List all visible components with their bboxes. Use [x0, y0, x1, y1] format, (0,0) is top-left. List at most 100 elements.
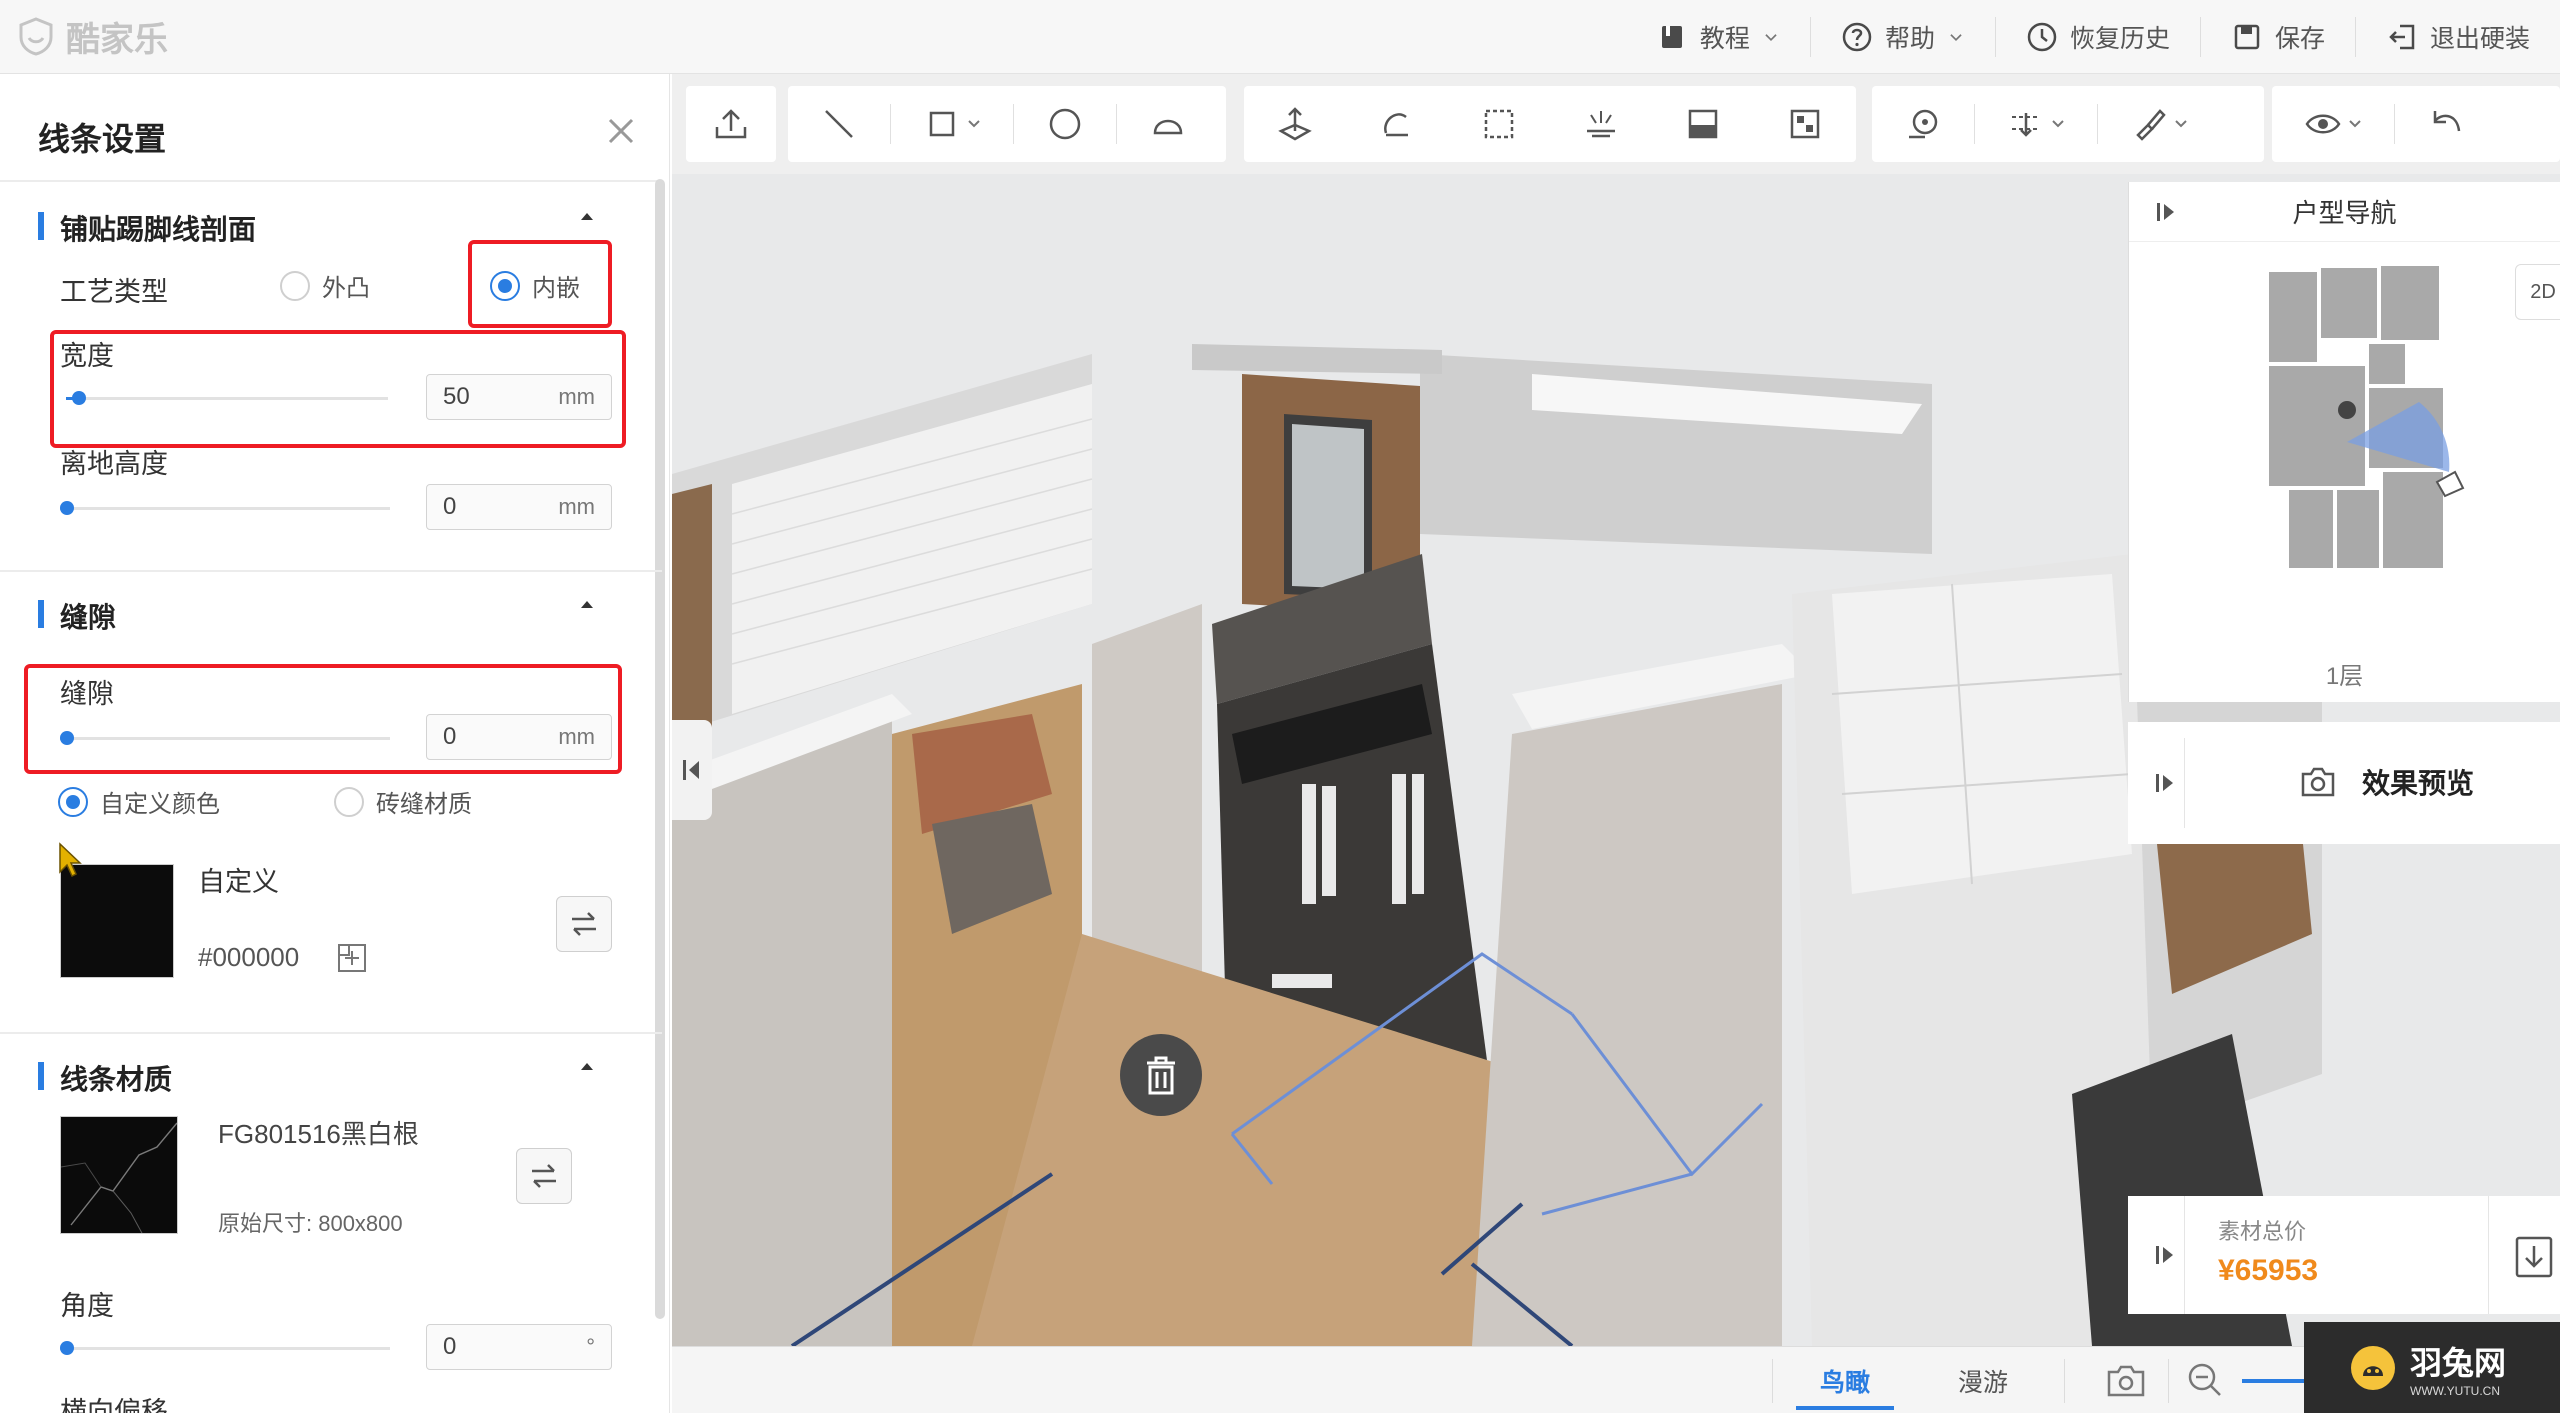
section-line-material-title: 线条材质	[38, 1058, 172, 1098]
circle-icon	[1049, 108, 1081, 140]
material-thumbnail[interactable]	[60, 1116, 178, 1234]
copy-icon[interactable]	[336, 942, 368, 974]
color-swatch[interactable]	[60, 864, 174, 978]
app-logo[interactable]: 酷家乐	[16, 14, 168, 59]
divider	[2488, 1196, 2489, 1314]
expand-icon[interactable]	[2155, 201, 2177, 223]
panel-collapse-toggle[interactable]	[672, 720, 712, 820]
close-icon[interactable]	[604, 114, 638, 148]
book-icon	[1661, 26, 1682, 48]
radio-tile-material-dot	[334, 786, 364, 817]
tutorial-label: 教程	[1699, 25, 1750, 53]
watermark-main: 羽兔网	[2410, 1344, 2507, 1381]
rabbit-logo-icon	[2351, 1345, 2395, 1390]
select-area-tool[interactable]	[1448, 86, 1550, 162]
top-bar: 酷家乐 教程 帮助 恢复历史 保存 退出硬装	[0, 0, 2560, 74]
logo-icon	[19, 17, 53, 56]
swap-material-button[interactable]	[516, 1148, 572, 1204]
custom-label: 自定义	[198, 867, 279, 897]
zoom-out-icon[interactable]	[2186, 1361, 2224, 1399]
divider	[0, 570, 662, 572]
toolgroup-edit	[1244, 86, 1856, 162]
collapse-caret-icon[interactable]	[578, 1060, 596, 1072]
visibility-tool[interactable]	[2272, 86, 2394, 162]
grid-tool[interactable]	[1754, 86, 1856, 162]
light-tool[interactable]	[1550, 86, 1652, 162]
divider	[2184, 738, 2185, 828]
measure-icon	[1909, 109, 1938, 139]
history-button[interactable]: 恢复历史	[1996, 0, 2200, 74]
help-menu[interactable]: 帮助	[1811, 0, 1995, 74]
save-icon	[2234, 24, 2260, 50]
panel-title: 线条设置	[38, 121, 167, 157]
line-icon	[825, 110, 853, 138]
height-label: 离地高度	[60, 449, 168, 479]
radio-outer[interactable]: 外凸	[280, 268, 370, 303]
height-value: 0	[443, 493, 457, 520]
slider-knob[interactable]	[60, 1341, 74, 1355]
floorplan-minimap[interactable]	[2259, 262, 2479, 572]
color-hex: #000000	[198, 942, 300, 972]
align-tool[interactable]	[1975, 86, 2097, 162]
rotate-tool[interactable]	[1346, 86, 1448, 162]
clock-icon	[2027, 22, 2057, 52]
line-tool[interactable]	[788, 86, 890, 162]
select-icon	[1484, 109, 1514, 139]
height-input[interactable]: 0 mm	[426, 484, 612, 530]
download-icon[interactable]	[2514, 1230, 2554, 1280]
tutorial-menu[interactable]: 教程	[1626, 0, 1810, 74]
measure-tool[interactable]	[1872, 86, 1974, 162]
expand-icon[interactable]	[2154, 1244, 2176, 1266]
craft-type-label: 工艺类型	[60, 277, 168, 307]
grid-icon	[1790, 109, 1820, 139]
angle-input[interactable]: 0 °	[426, 1324, 612, 1370]
arc-tool[interactable]	[1117, 86, 1219, 162]
move-tool[interactable]	[1244, 86, 1346, 162]
save-label: 保存	[2274, 25, 2325, 53]
view-2d-label: 2D	[2530, 280, 2556, 303]
screenshot-camera-icon[interactable]	[2106, 1363, 2146, 1399]
delete-button[interactable]	[1120, 1034, 1202, 1116]
trash-icon	[1147, 1056, 1175, 1095]
tab-aerial[interactable]: 鸟瞰	[1778, 1347, 1912, 1413]
radio-tile-material[interactable]: 砖缝材质	[334, 784, 472, 819]
collapse-left-icon	[683, 760, 699, 780]
collapse-caret-icon[interactable]	[578, 598, 596, 610]
material-size: 原始尺寸: 800x800	[218, 1211, 403, 1236]
divider	[2184, 1196, 2185, 1314]
radio-custom-color-label: 自定义颜色	[100, 791, 220, 818]
preview-label: 效果预览	[2362, 768, 2475, 799]
collapse-caret-icon[interactable]	[578, 210, 596, 222]
line-settings-panel: 线条设置 铺贴踢脚线剖面 工艺类型 外凸 内嵌 宽度 50 mm 离地高度 0 …	[0, 74, 670, 1413]
eye-icon	[2305, 114, 2341, 134]
expand-icon[interactable]	[2154, 772, 2176, 794]
slider-knob[interactable]	[60, 501, 74, 515]
angle-slider[interactable]	[60, 1338, 390, 1358]
rotate-icon	[1384, 113, 1408, 137]
brush-tool[interactable]	[2098, 86, 2220, 162]
tab-roam[interactable]: 漫游	[1916, 1347, 2050, 1413]
effect-preview-panel[interactable]: 效果预览	[2128, 722, 2560, 844]
view-2d-button[interactable]: 2D	[2515, 264, 2560, 320]
panel-scrollbar[interactable]	[655, 179, 665, 1319]
height-slider[interactable]	[60, 498, 390, 518]
chevron-down-icon	[2175, 120, 2187, 128]
panel-tool[interactable]	[1652, 86, 1754, 162]
chevron-down-icon	[2052, 120, 2064, 128]
toolgroup-draw	[788, 86, 1226, 162]
move-icon	[1278, 107, 1312, 141]
floor-label[interactable]: 1层	[2129, 656, 2560, 691]
swap-color-button[interactable]	[556, 896, 612, 952]
circle-tool[interactable]	[1014, 86, 1116, 162]
exit-button[interactable]: 退出硬装	[2356, 0, 2560, 74]
upload-button[interactable]	[686, 86, 776, 162]
save-button[interactable]: 保存	[2201, 0, 2355, 74]
highlight-box	[24, 664, 622, 774]
undo-button[interactable]	[2395, 86, 2497, 162]
section-gap-title: 缝隙	[38, 596, 116, 636]
radio-custom-color[interactable]: 自定义颜色	[58, 784, 220, 819]
angle-value: 0	[443, 1333, 457, 1360]
chevron-down-icon	[1765, 34, 1777, 42]
rectangle-tool[interactable]	[891, 86, 1013, 162]
tab-aerial-label: 鸟瞰	[1819, 1368, 1870, 1397]
